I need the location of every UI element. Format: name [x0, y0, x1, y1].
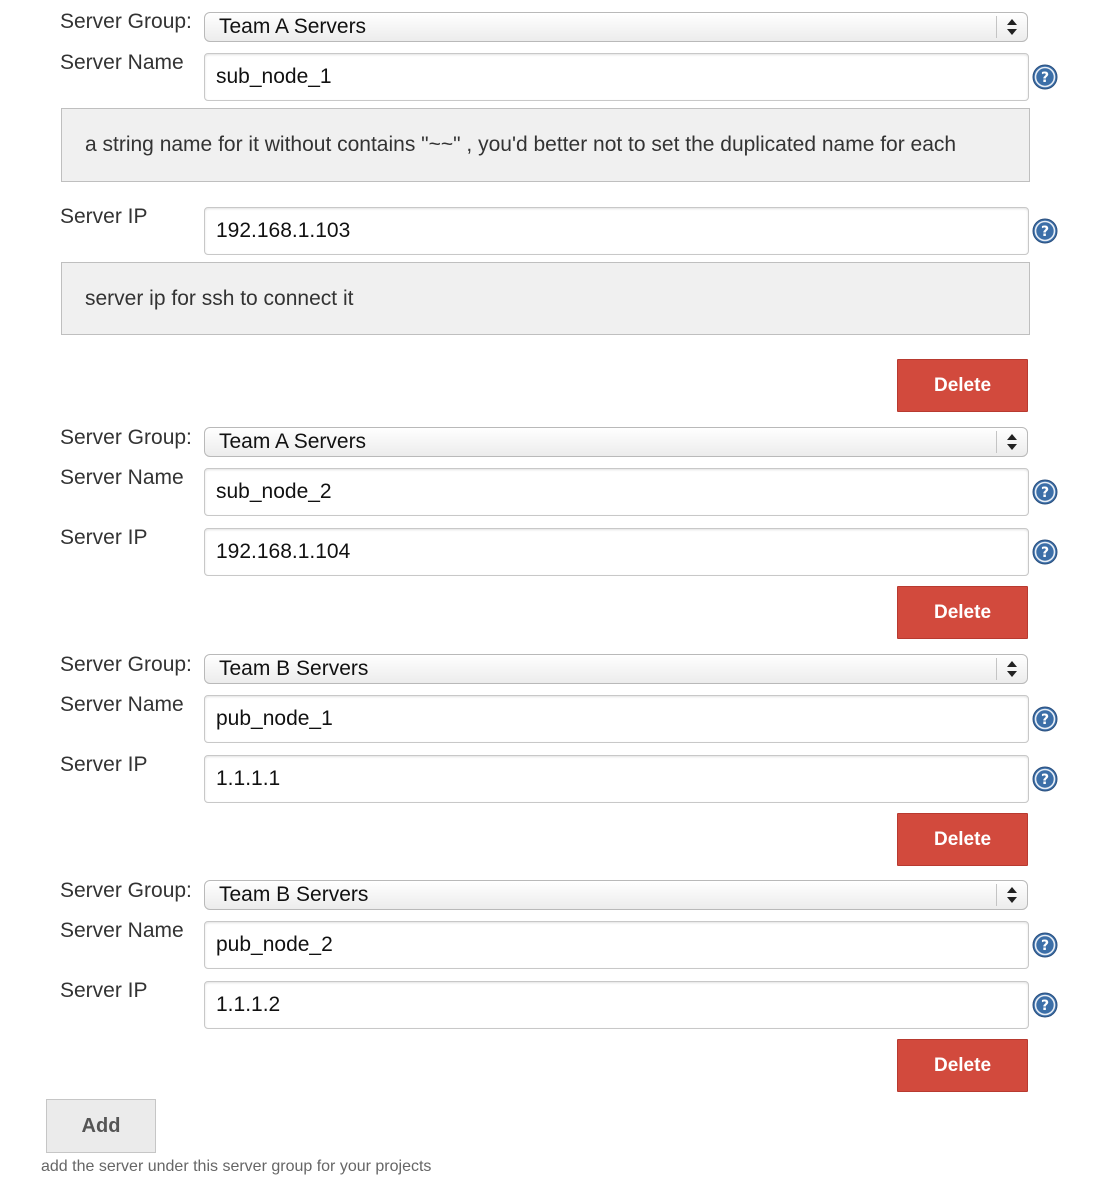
server-ip-input[interactable]: 192.168.1.104: [204, 528, 1029, 576]
server-ip-label: Server IP: [60, 753, 148, 776]
server-ip-input[interactable]: 1.1.1.1: [204, 755, 1029, 803]
server-name-value: sub_node_1: [216, 65, 332, 88]
server-group-label: Server Group:: [60, 879, 192, 902]
svg-text:?: ?: [1041, 70, 1049, 86]
server-ip-input[interactable]: 192.168.1.103: [204, 207, 1029, 255]
server-ip-value: 192.168.1.104: [216, 540, 351, 563]
svg-text:?: ?: [1041, 712, 1049, 728]
server-group-value: Team B Servers: [219, 883, 369, 906]
server-name-input[interactable]: sub_node_2: [204, 468, 1029, 516]
server-group-select[interactable]: Team B Servers: [204, 880, 1028, 910]
server-name-label: Server Name: [60, 919, 184, 942]
server-name-label: Server Name: [60, 466, 184, 489]
delete-button[interactable]: Delete: [897, 586, 1028, 639]
svg-text:?: ?: [1041, 772, 1049, 788]
server-name-input[interactable]: pub_node_1: [204, 695, 1029, 743]
server-group-select[interactable]: Team A Servers: [204, 427, 1028, 457]
server-group-select[interactable]: Team A Servers: [204, 12, 1028, 42]
svg-text:?: ?: [1041, 485, 1049, 501]
server-name-input[interactable]: sub_node_1: [204, 53, 1029, 101]
svg-text:?: ?: [1041, 998, 1049, 1014]
server-group-select[interactable]: Team B Servers: [204, 654, 1028, 684]
server-name-help-text: a string name for it without contains "~…: [85, 133, 957, 156]
server-group-value: Team A Servers: [219, 15, 367, 38]
svg-text:?: ?: [1041, 224, 1049, 240]
add-button[interactable]: Add: [46, 1099, 156, 1153]
svg-text:?: ?: [1041, 938, 1049, 954]
server-ip-help-text: server ip for ssh to connect it: [85, 287, 354, 310]
updown-arrows-icon: [996, 431, 1027, 453]
server-name-help-box: a string name for it without contains "~…: [61, 108, 1030, 182]
server-name-value: pub_node_2: [216, 933, 333, 956]
help-question-icon[interactable]: ?: [1032, 766, 1058, 792]
server-name-label: Server Name: [60, 693, 184, 716]
server-ip-help-box: server ip for ssh to connect it: [61, 262, 1030, 335]
server-group-value: Team A Servers: [219, 430, 367, 453]
delete-button[interactable]: Delete: [897, 359, 1028, 412]
help-question-icon[interactable]: ?: [1032, 992, 1058, 1018]
server-ip-label: Server IP: [60, 526, 148, 549]
server-group-value: Team B Servers: [219, 657, 369, 680]
help-question-icon[interactable]: ?: [1032, 932, 1058, 958]
server-ip-value: 192.168.1.103: [216, 219, 351, 242]
server-ip-label: Server IP: [60, 205, 148, 228]
server-group-label: Server Group:: [60, 653, 192, 676]
server-name-value: pub_node_1: [216, 707, 333, 730]
delete-button[interactable]: Delete: [897, 813, 1028, 866]
help-question-icon[interactable]: ?: [1032, 218, 1058, 244]
help-question-icon[interactable]: ?: [1032, 539, 1058, 565]
server-ip-value: 1.1.1.1: [216, 767, 281, 790]
help-question-icon[interactable]: ?: [1032, 64, 1058, 90]
help-question-icon[interactable]: ?: [1032, 706, 1058, 732]
server-ip-input[interactable]: 1.1.1.2: [204, 981, 1029, 1029]
updown-arrows-icon: [996, 658, 1027, 680]
server-name-label: Server Name: [60, 51, 184, 74]
updown-arrows-icon: [996, 884, 1027, 906]
server-group-label: Server Group:: [60, 426, 192, 449]
server-ip-label: Server IP: [60, 979, 148, 1002]
help-question-icon[interactable]: ?: [1032, 479, 1058, 505]
server-name-input[interactable]: pub_node_2: [204, 921, 1029, 969]
server-group-label: Server Group:: [60, 10, 192, 33]
updown-arrows-icon: [996, 16, 1027, 38]
add-description: add the server under this server group f…: [41, 1158, 432, 1175]
server-ip-value: 1.1.1.2: [216, 993, 281, 1016]
server-name-value: sub_node_2: [216, 480, 332, 503]
delete-button[interactable]: Delete: [897, 1039, 1028, 1092]
svg-text:?: ?: [1041, 545, 1049, 561]
